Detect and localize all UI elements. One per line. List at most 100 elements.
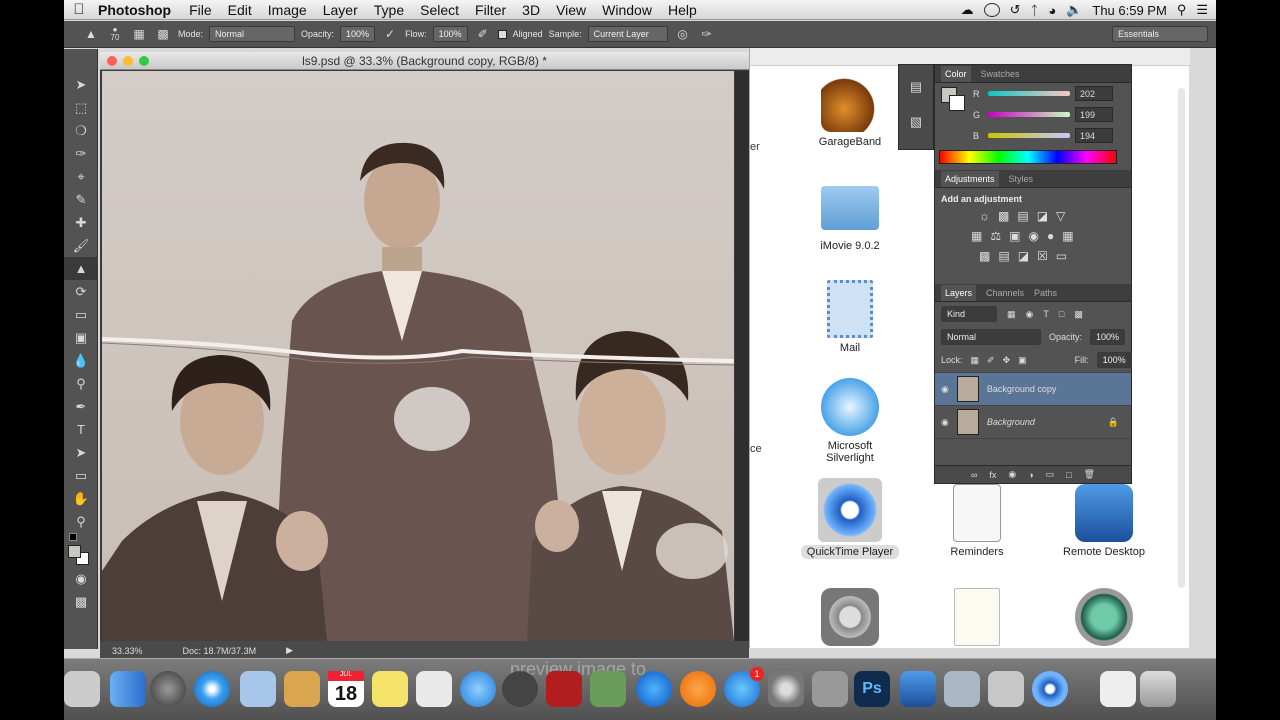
properties-panel-icon[interactable]: ▧	[899, 110, 933, 133]
app-system-preferences[interactable]	[790, 588, 910, 650]
pixel-filter-icon[interactable]: ▦	[1007, 309, 1016, 320]
quick-select-tool-icon[interactable]: ✑	[64, 142, 98, 165]
finder-icon[interactable]	[110, 671, 146, 707]
pressure-size-icon[interactable]: ✑	[698, 25, 716, 43]
app-quicktime[interactable]: QuickTime Player	[790, 478, 910, 559]
type-filter-icon[interactable]: T	[1043, 309, 1049, 319]
curves-icon[interactable]: ▤	[1017, 209, 1028, 223]
menu-layer[interactable]: Layer	[315, 2, 366, 18]
color-balance-icon[interactable]: ⚖	[990, 229, 1001, 243]
black-white-icon[interactable]: ▣	[1009, 229, 1020, 243]
app-mail[interactable]: Mail	[790, 280, 910, 354]
color-lookup-icon[interactable]: ▦	[1062, 229, 1073, 243]
shape-tool-icon[interactable]: ▭	[64, 464, 98, 487]
photo-booth-icon[interactable]	[546, 671, 582, 707]
layer-name[interactable]: Background copy	[987, 384, 1057, 394]
menu-window[interactable]: Window	[594, 2, 660, 18]
aligned-checkbox[interactable]	[497, 29, 507, 39]
clone-stamp-tool-icon[interactable]: ▲	[64, 257, 98, 280]
levels-icon[interactable]: ▩	[998, 209, 1009, 223]
lasso-tool-icon[interactable]: ❍	[64, 119, 98, 142]
brush-tool-icon[interactable]: 🖌	[64, 234, 98, 257]
invert-icon[interactable]: ▩	[979, 249, 990, 263]
type-tool-icon[interactable]: T	[64, 418, 98, 441]
lock-all-icon[interactable]: ▣	[1018, 355, 1027, 366]
close-icon[interactable]	[107, 56, 117, 66]
add-mask-icon[interactable]: ◉	[1008, 469, 1016, 480]
ignore-adjustment-layers-icon[interactable]: ◎	[674, 25, 692, 43]
menu-select[interactable]: Select	[412, 2, 467, 18]
healing-brush-tool-icon[interactable]: ✚	[64, 211, 98, 234]
app-textedit[interactable]	[917, 588, 1037, 650]
exposure-icon[interactable]: ◪	[1037, 209, 1048, 223]
zoom-level[interactable]: 33.33%	[112, 646, 143, 656]
iphoto-icon[interactable]	[590, 671, 626, 707]
channel-mixer-icon[interactable]: ●	[1047, 229, 1054, 243]
pen-tool-icon[interactable]: ✒	[64, 395, 98, 418]
smart-object-filter-icon[interactable]: ▩	[1074, 309, 1083, 320]
layer-opacity-input[interactable]: 100%	[1089, 329, 1125, 345]
vibrance-icon[interactable]: ▽	[1056, 209, 1065, 223]
menu-file[interactable]: File	[181, 2, 220, 18]
eraser-tool-icon[interactable]: ▭	[64, 303, 98, 326]
system-preferences-icon[interactable]	[768, 671, 804, 707]
move-tool-icon[interactable]: ➤	[64, 73, 98, 96]
screenshot-icon[interactable]	[988, 671, 1024, 707]
clone-source-icon[interactable]: ▩	[154, 25, 172, 43]
blue-slider[interactable]	[988, 133, 1070, 138]
eyedropper-tool-icon[interactable]: ✎	[64, 188, 98, 211]
new-adjustment-icon[interactable]: ◑	[1028, 470, 1033, 480]
blue-value[interactable]: 194	[1075, 128, 1113, 143]
sample-select[interactable]: Current Layer	[587, 26, 668, 42]
itunes-icon[interactable]	[636, 671, 672, 707]
history-brush-tool-icon[interactable]: ⟳	[64, 280, 98, 303]
tab-paths[interactable]: Paths	[1034, 288, 1057, 298]
zoom-tool-icon[interactable]: ⚲	[64, 510, 98, 533]
hand-tool-icon[interactable]: ✋	[64, 487, 98, 510]
airbrush-icon[interactable]: ✐	[474, 25, 492, 43]
layer-row[interactable]: ◉ Background copy	[935, 373, 1131, 406]
time-machine-icon[interactable]: ↺	[1010, 2, 1021, 18]
adjustment-filter-icon[interactable]: ◉	[1026, 309, 1034, 320]
remote-desktop-icon[interactable]	[900, 671, 936, 707]
clock[interactable]: Thu 6:59 PM	[1092, 3, 1166, 18]
minimize-icon[interactable]	[123, 56, 133, 66]
messages-icon[interactable]	[460, 671, 496, 707]
notes-icon[interactable]	[372, 671, 408, 707]
utility-icon[interactable]	[812, 671, 848, 707]
creative-cloud-icon[interactable]: ☁	[961, 2, 974, 18]
app-silverlight[interactable]: Microsoft Silverlight	[790, 378, 910, 464]
brush-panel-icon[interactable]: ▦	[130, 25, 148, 43]
preview-icon[interactable]	[944, 671, 980, 707]
link-layers-icon[interactable]: ∞	[971, 470, 977, 480]
app-garageband[interactable]: GarageBand	[790, 74, 910, 148]
marquee-tool-icon[interactable]: ⬚	[64, 96, 98, 119]
trash-icon[interactable]	[1140, 671, 1176, 707]
shape-filter-icon[interactable]: □	[1059, 309, 1064, 319]
green-slider[interactable]	[988, 112, 1070, 117]
new-group-icon[interactable]: ▭	[1046, 469, 1055, 480]
bluetooth-icon[interactable]: ᛏ	[1031, 3, 1039, 18]
facetime-icon[interactable]	[502, 671, 538, 707]
default-colors-icon[interactable]	[69, 533, 77, 541]
pressure-opacity-icon[interactable]: ✓	[381, 25, 399, 43]
calendar-icon[interactable]: JUL 18	[328, 671, 364, 707]
tab-layers[interactable]: Layers	[941, 284, 977, 301]
contacts-icon[interactable]	[284, 671, 320, 707]
document-title-bar[interactable]: ls9.psd @ 33.3% (Background copy, RGB/8)…	[100, 52, 749, 70]
record-icon[interactable]	[983, 3, 1000, 17]
apple-menu-icon[interactable]: 	[64, 1, 94, 18]
photo-canvas[interactable]	[102, 71, 734, 641]
app-reminders[interactable]: Reminders	[917, 484, 1037, 558]
mail-icon[interactable]	[240, 671, 276, 707]
color-spectrum-ramp[interactable]	[939, 150, 1117, 164]
clone-stamp-tool-icon[interactable]: ▲	[82, 25, 100, 43]
app-menu[interactable]: Photoshop	[94, 2, 181, 18]
crop-tool-icon[interactable]: ⌖	[64, 165, 98, 188]
volume-icon[interactable]: 🔈	[1066, 2, 1082, 18]
dodge-tool-icon[interactable]: ⚲	[64, 372, 98, 395]
tab-color[interactable]: Color	[941, 65, 971, 82]
layer-name[interactable]: Background	[987, 417, 1035, 427]
red-slider[interactable]	[988, 91, 1070, 96]
menu-image[interactable]: Image	[260, 2, 315, 18]
